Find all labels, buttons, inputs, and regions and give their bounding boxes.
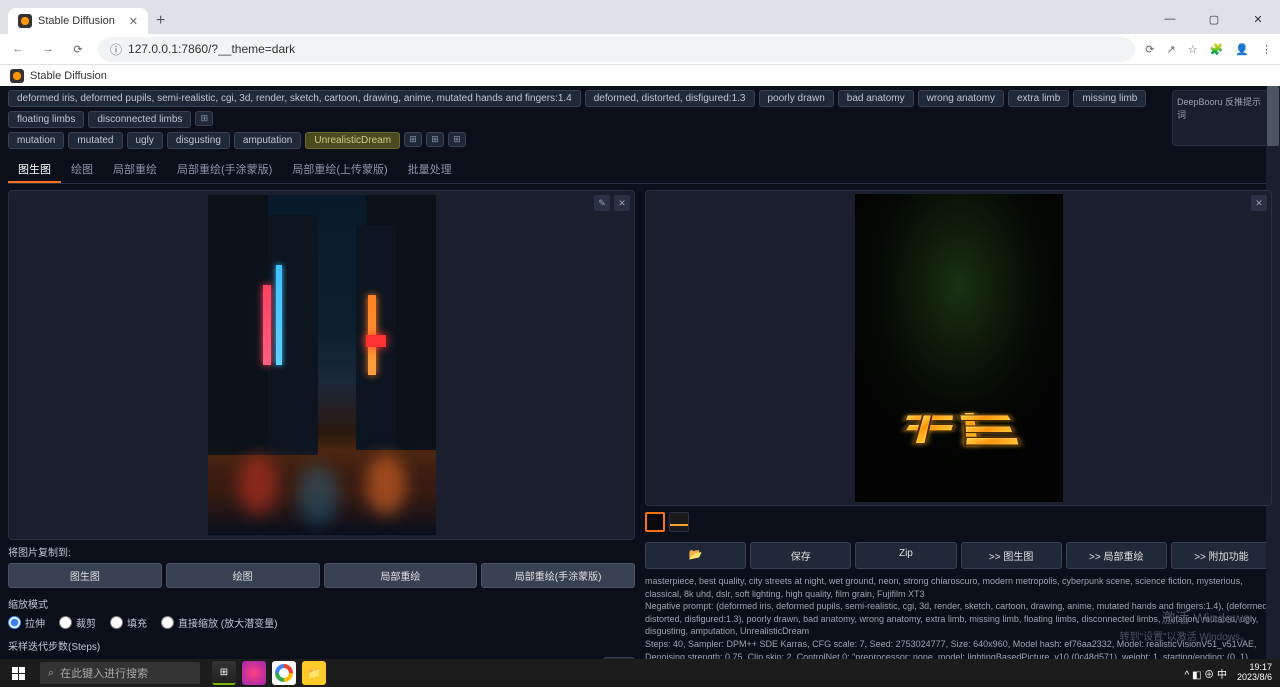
- save-button[interactable]: 保存: [750, 542, 851, 569]
- neg-prompt-tag[interactable]: deformed iris, deformed pupils, semi-rea…: [8, 90, 581, 107]
- neg-prompt-tag[interactable]: missing limb: [1073, 90, 1146, 107]
- neg-prompt-tag[interactable]: deformed, distorted, disfigured:1.3: [585, 90, 755, 107]
- window-maximize-button[interactable]: ▢: [1192, 4, 1236, 34]
- add-tag-button[interactable]: ⊞: [448, 132, 466, 147]
- taskbar-app-chrome[interactable]: [272, 661, 296, 685]
- copy-to-button[interactable]: 绘图: [166, 563, 320, 588]
- window-close-button[interactable]: ✕: [1236, 4, 1280, 34]
- window-minimize-button[interactable]: —: [1148, 4, 1192, 34]
- scrollbar-thumb[interactable]: [1267, 86, 1279, 146]
- neg-prompt-tag[interactable]: floating limbs: [8, 111, 84, 128]
- send-to-inpaint-button[interactable]: >> 局部重绘: [1066, 542, 1167, 569]
- search-icon: ⌕: [48, 667, 54, 680]
- send-to-extras-button[interactable]: >> 附加功能: [1171, 542, 1272, 569]
- browser-tab-active[interactable]: Stable Diffusion ✕: [8, 8, 148, 34]
- tab-close-icon[interactable]: ✕: [129, 15, 138, 28]
- neg-prompt-tag[interactable]: ugly: [127, 132, 163, 149]
- scale-mode-label: 缩放模式: [8, 596, 635, 611]
- info-neg: (deformed iris, deformed pupils, semi-re…: [645, 601, 1270, 636]
- output-image-panel: ✕: [645, 190, 1272, 506]
- image-edit-icon[interactable]: ✎: [594, 195, 610, 211]
- nav-reload-button[interactable]: ⟳: [68, 43, 88, 56]
- taskbar-app-1[interactable]: [242, 661, 266, 685]
- image-close-icon[interactable]: ✕: [614, 195, 630, 211]
- info-neg-label: Negative prompt:: [645, 601, 714, 611]
- main-tab[interactable]: 局部重绘(上传蒙版): [282, 157, 397, 183]
- main-tab[interactable]: 批量处理: [398, 157, 462, 183]
- open-folder-button[interactable]: 📂: [645, 542, 746, 569]
- url-input[interactable]: ⓘ 127.0.0.1:7860/?__theme=dark: [98, 37, 1135, 62]
- search-placeholder: 在此键入进行搜索: [60, 665, 148, 681]
- windows-logo-icon: [12, 667, 25, 680]
- scale-mode-radio[interactable]: 直接缩放 (放大潜变量): [161, 615, 277, 630]
- extensions-icon[interactable]: 🧩: [1210, 43, 1224, 56]
- input-image-panel[interactable]: ✎ ✕: [8, 190, 635, 540]
- neg-prompt-tag[interactable]: extra limb: [1008, 90, 1069, 107]
- bookmark-item[interactable]: Stable Diffusion: [30, 70, 107, 82]
- neg-prompt-tag[interactable]: amputation: [234, 132, 301, 149]
- output-thumb-2[interactable]: [669, 512, 689, 532]
- tab-favicon-icon: [18, 14, 32, 28]
- neg-prompt-tag[interactable]: mutation: [8, 132, 64, 149]
- browser-url-bar: ← → ⟳ ⓘ 127.0.0.1:7860/?__theme=dark ⟳ ↗…: [0, 34, 1280, 64]
- share-icon[interactable]: ↗: [1167, 43, 1176, 56]
- nav-forward-button[interactable]: →: [38, 43, 58, 55]
- neg-prompt-tag[interactable]: mutated: [68, 132, 122, 149]
- copy-to-button[interactable]: 图生图: [8, 563, 162, 588]
- new-tab-button[interactable]: +: [148, 8, 173, 34]
- scale-mode-radio[interactable]: 拉伸: [8, 615, 45, 630]
- add-tag-button[interactable]: ⊞: [195, 111, 213, 126]
- main-tab[interactable]: 绘图: [61, 157, 103, 183]
- url-text: 127.0.0.1:7860/?__theme=dark: [128, 42, 295, 56]
- neg-prompt-tag[interactable]: disconnected limbs: [88, 111, 191, 128]
- bookmark-star-icon[interactable]: ☆: [1188, 43, 1198, 56]
- site-info-icon[interactable]: ⓘ: [110, 41, 122, 58]
- bookmark-favicon-icon: [10, 69, 24, 83]
- neg-prompt-tag[interactable]: poorly drawn: [759, 90, 834, 107]
- profile-icon[interactable]: 👤: [1235, 43, 1249, 56]
- add-tag-button[interactable]: ⊞: [404, 132, 422, 147]
- neg-prompt-tag[interactable]: bad anatomy: [838, 90, 914, 107]
- copy-to-button[interactable]: 局部重绘(手涂蒙版): [481, 563, 635, 588]
- taskbar-app-taskview[interactable]: ⊞: [212, 661, 236, 685]
- output-thumb-1[interactable]: [645, 512, 665, 532]
- copy-to-button[interactable]: 局部重绘: [324, 563, 478, 588]
- info-prompt: masterpiece, best quality, city streets …: [645, 575, 1272, 600]
- scale-mode-radio[interactable]: 裁剪: [59, 615, 96, 630]
- windows-taskbar: ⌕ 在此键入进行搜索 ⊞ 📁 ^ ◧ ⊕ 中 19:17 2023/8/6: [0, 659, 1280, 687]
- output-image[interactable]: [855, 194, 1063, 502]
- tab-title: Stable Diffusion: [38, 15, 115, 27]
- scale-mode-radio[interactable]: 填充: [110, 615, 147, 630]
- neg-prompt-tag[interactable]: disgusting: [167, 132, 230, 149]
- neg-prompt-tag[interactable]: wrong anatomy: [918, 90, 1004, 107]
- taskbar-clock[interactable]: 19:17 2023/8/6: [1237, 663, 1272, 683]
- input-image: [208, 195, 436, 535]
- folder-icon: 📂: [689, 549, 703, 561]
- browser-tab-strip: Stable Diffusion ✕ + — ▢ ✕: [0, 0, 1280, 34]
- copy-to-label: 将图片复制到:: [8, 544, 635, 559]
- neg-prompt-tag[interactable]: UnrealisticDream: [305, 132, 400, 149]
- main-tabs: 图生图绘图局部重绘局部重绘(手涂蒙版)局部重绘(上传蒙版)批量处理: [8, 157, 1272, 184]
- main-tab[interactable]: 图生图: [8, 157, 61, 183]
- steps-label: 采样迭代步数(Steps): [8, 638, 635, 653]
- deepbooru-card[interactable]: DeepBooru 反推提示词: [1172, 90, 1272, 146]
- gtranslate-icon[interactable]: ⟳: [1145, 43, 1154, 56]
- send-to-img2img-button[interactable]: >> 图生图: [961, 542, 1062, 569]
- browser-menu-icon[interactable]: ⋮: [1261, 43, 1272, 56]
- start-button[interactable]: [0, 659, 36, 687]
- taskbar-app-explorer[interactable]: 📁: [302, 661, 326, 685]
- zip-button[interactable]: Zip: [855, 542, 956, 569]
- output-close-icon[interactable]: ✕: [1251, 195, 1267, 211]
- nav-back-button[interactable]: ←: [8, 43, 28, 55]
- tray-icons[interactable]: ^ ◧ ⊕ 中: [1184, 666, 1226, 681]
- bookmark-bar: Stable Diffusion: [0, 64, 1280, 86]
- taskbar-search-input[interactable]: ⌕ 在此键入进行搜索: [40, 662, 200, 684]
- app-root: deformed iris, deformed pupils, semi-rea…: [0, 86, 1280, 687]
- main-tab[interactable]: 局部重绘: [103, 157, 167, 183]
- main-tab[interactable]: 局部重绘(手涂蒙版): [167, 157, 282, 183]
- add-tag-button[interactable]: ⊞: [426, 132, 444, 147]
